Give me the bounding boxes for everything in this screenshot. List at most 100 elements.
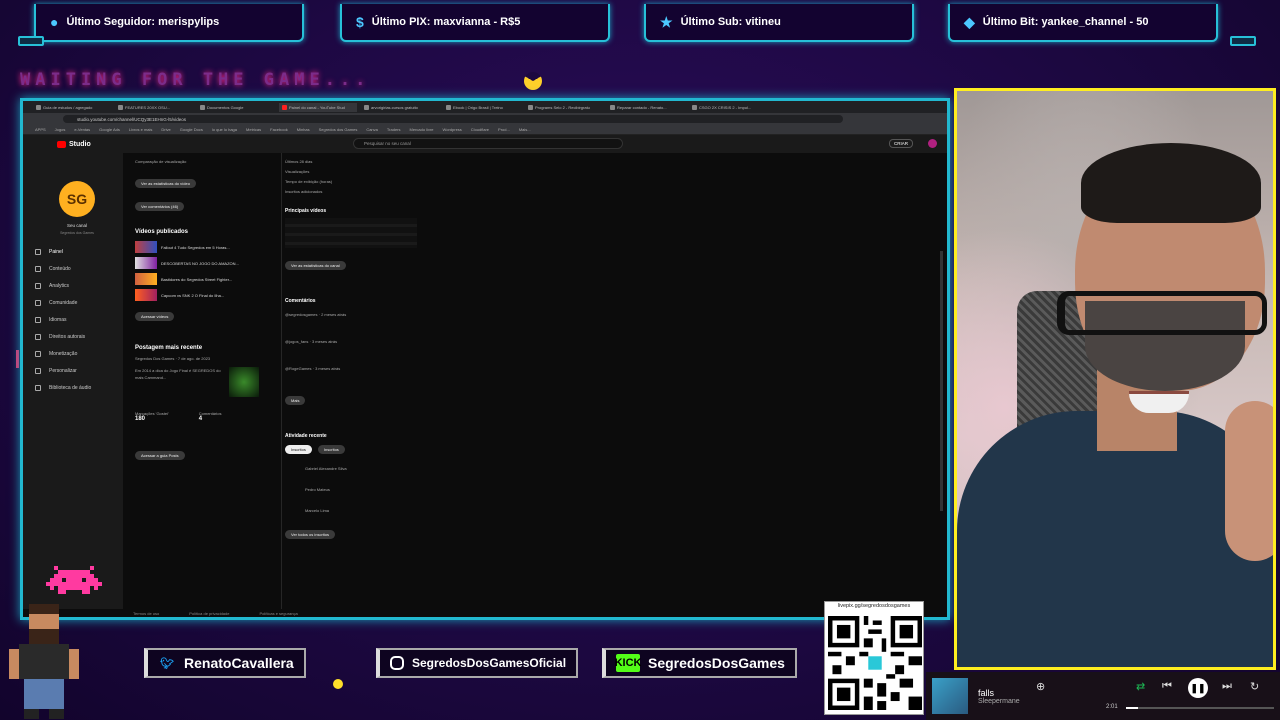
repeat-icon[interactable]: ↻ bbox=[1250, 680, 1259, 693]
bookmark[interactable]: Traders bbox=[387, 127, 401, 132]
bookmark[interactable]: Jogos bbox=[55, 127, 66, 132]
video-thumbnail bbox=[135, 289, 157, 301]
access-videos-button[interactable]: Acessar vídeos bbox=[135, 312, 175, 321]
comment-item[interactable]: @RogeGames · 3 meses atrás bbox=[285, 366, 417, 371]
audio-icon bbox=[35, 385, 41, 391]
post-image bbox=[229, 367, 259, 397]
corner-bar-right bbox=[1230, 36, 1256, 46]
member-item[interactable]: Gabriel Alexandre Silva bbox=[285, 466, 417, 471]
previous-icon[interactable]: ⏮︎ bbox=[1162, 680, 1172, 693]
browser-tab-active[interactable]: Painel do canal - YouTube Stud bbox=[279, 102, 357, 112]
create-button[interactable]: CRIAR bbox=[888, 139, 913, 148]
list-item[interactable]: Fallout 4 Tudo Segredos em 5 Horas... bbox=[135, 241, 267, 253]
nav-item-analytics[interactable]: Analytics bbox=[35, 283, 69, 289]
list-item[interactable]: Capcom vs SNK 2 O Final do Ilha... bbox=[135, 289, 267, 301]
member-item[interactable]: Pedro Mateus bbox=[285, 487, 417, 492]
studio-logo-text: Studio bbox=[69, 140, 91, 148]
bookmark[interactable]: Livros e mais bbox=[129, 127, 153, 132]
tab-subscribers[interactable]: Inscritos bbox=[285, 445, 312, 454]
bookmark[interactable]: Minhas bbox=[297, 127, 310, 132]
next-icon[interactable]: ⏭︎ bbox=[1222, 680, 1232, 693]
nav-item-painel[interactable]: Painel bbox=[35, 249, 63, 255]
bookmark[interactable]: Mais... bbox=[519, 127, 531, 132]
scrollbar[interactable] bbox=[940, 251, 943, 511]
nav-item-comunidade[interactable]: Comunidade bbox=[35, 300, 77, 306]
nav-label: Comunidade bbox=[49, 300, 78, 306]
footer-link[interactable]: Política de privacidade bbox=[189, 611, 229, 616]
bookmark[interactable]: Facebook bbox=[270, 127, 288, 132]
list-item[interactable]: Bastidores do Segredos Street Fighter... bbox=[135, 273, 267, 285]
channel-analytics-button[interactable]: Ver as estatísticas do canal bbox=[285, 261, 346, 270]
bookmark[interactable]: e-Ventas bbox=[74, 127, 90, 132]
alert-last-pix: $ Último PIX: maxvianna - R$5 bbox=[340, 4, 610, 42]
studio-search-input[interactable]: Pesquisar no seu canal bbox=[353, 138, 623, 149]
browser-tab[interactable]: Guia de estudos / agregado bbox=[33, 103, 111, 112]
bookmark[interactable]: Metricas bbox=[246, 127, 261, 132]
browser-tab[interactable]: CSGO 2X CRISIS 2 - Impul... bbox=[689, 103, 767, 112]
list-item[interactable]: DESCOBERTAS NO JOGO DO AMAZON... bbox=[135, 257, 267, 269]
add-icon[interactable]: ⊕ bbox=[1036, 680, 1045, 693]
url-input[interactable]: studio.youtube.com/channel/UCQy3E1EHnG-l… bbox=[63, 115, 843, 123]
browser-tab[interactable]: Programs Selo 2 - Recibirgratu bbox=[525, 103, 603, 112]
qr-label: livepix.gg/segredosdosgames bbox=[837, 603, 911, 609]
studio-logo[interactable]: Studio bbox=[57, 140, 91, 148]
favicon-icon bbox=[692, 104, 697, 110]
browser-tab[interactable]: FEATURES 20XX OSU... bbox=[115, 103, 193, 112]
tab-label: Documentos Google bbox=[207, 104, 244, 110]
browser-tab[interactable]: Documentos Google bbox=[197, 103, 275, 112]
view-comments-button[interactable]: Ver comentários (46) bbox=[135, 202, 185, 211]
social-twitter-handle: RenatoCavallera bbox=[184, 655, 294, 671]
video-stats-button[interactable]: Ver as estatísticas do vídeo bbox=[135, 179, 196, 188]
browser-tab[interactable]: Reparar contado - Renato... bbox=[607, 103, 685, 112]
favicon-icon bbox=[118, 104, 123, 110]
bookmark[interactable]: Google Ads bbox=[99, 127, 120, 132]
bookmark[interactable]: Cloudflare bbox=[471, 127, 489, 132]
favicon-icon bbox=[364, 104, 369, 110]
channel-logo-icon[interactable]: SG bbox=[59, 181, 95, 217]
progress-bar[interactable] bbox=[1126, 707, 1274, 709]
nav-item-idiomas[interactable]: Idiomas bbox=[35, 317, 67, 323]
social-kick-handle: SegredosDosGames bbox=[648, 655, 785, 671]
tab-label: Reparar contado - Renato... bbox=[617, 104, 667, 110]
more-comments-button[interactable]: Mais bbox=[285, 396, 306, 405]
pause-button[interactable]: ❚❚ bbox=[1188, 678, 1208, 698]
nav-label: Direitos autorais bbox=[49, 334, 86, 340]
subs-added-label: Inscritos adicionados bbox=[285, 189, 323, 194]
twitter-icon: 🐦︎ bbox=[160, 657, 174, 670]
posts-tab-button[interactable]: Acessar a guia Posts bbox=[135, 451, 185, 460]
comment-item[interactable]: @jogos_fans · 3 meses atrás bbox=[285, 339, 417, 344]
browser-tab[interactable]: Ebook | Origo Brasil | Treino bbox=[443, 103, 521, 112]
kick-icon: KICK bbox=[615, 654, 641, 672]
bookmark[interactable]: Canva bbox=[366, 127, 378, 132]
bookmark[interactable]: Segredos dos Games bbox=[319, 127, 358, 132]
bookmark[interactable]: Google Docs bbox=[180, 127, 203, 132]
nav-item-personalizar[interactable]: Personalizar bbox=[35, 368, 77, 374]
bookmark[interactable]: lo que lo haga bbox=[212, 127, 237, 132]
nav-item-audio[interactable]: Biblioteca de áudio bbox=[35, 385, 91, 391]
alert-last-bit-text: Último Bit: yankee_channel - 50 bbox=[982, 16, 1149, 28]
bookmark[interactable]: APPS bbox=[35, 127, 46, 132]
bookmark[interactable]: Drive bbox=[161, 127, 170, 132]
see-all-subs-button[interactable]: Ver todos os inscritos bbox=[285, 530, 336, 539]
bookmark[interactable]: Wordpress bbox=[443, 127, 462, 132]
nav-item-monetizacao[interactable]: Monetização bbox=[35, 351, 77, 357]
screen-capture: Guia de estudos / agregado FEATURES 20XX… bbox=[20, 98, 950, 620]
bookmark[interactable]: Prod... bbox=[498, 127, 510, 132]
shuffle-icon[interactable]: ⇄ bbox=[1136, 680, 1145, 693]
track-info: falls Sleepermane bbox=[978, 688, 1020, 705]
person-hair bbox=[1081, 143, 1261, 223]
person-glasses bbox=[1057, 291, 1267, 335]
nav-label: Painel bbox=[49, 249, 63, 255]
footer-link[interactable]: Termos de uso bbox=[133, 611, 159, 616]
alert-last-sub: ★ Último Sub: vitineu bbox=[644, 4, 914, 42]
nav-item-conteudo[interactable]: Conteúdo bbox=[35, 266, 71, 272]
browser-tab[interactable]: arvorigirias.cursos gratuito bbox=[361, 103, 439, 112]
member-item[interactable]: Marcelo Lima bbox=[285, 508, 417, 513]
tab-all[interactable]: Inscritos bbox=[317, 445, 345, 454]
comment-item[interactable]: @segredosgames · 2 meses atrás bbox=[285, 312, 417, 317]
avatar[interactable] bbox=[928, 139, 937, 148]
bookmark[interactable]: Mercado livre bbox=[410, 127, 434, 132]
footer-link[interactable]: Políticas e segurança bbox=[259, 611, 297, 616]
nav-item-direitos[interactable]: Direitos autorais bbox=[35, 334, 85, 340]
dashboard-column-left: Comparação de visualização Ver as estatí… bbox=[135, 159, 267, 462]
